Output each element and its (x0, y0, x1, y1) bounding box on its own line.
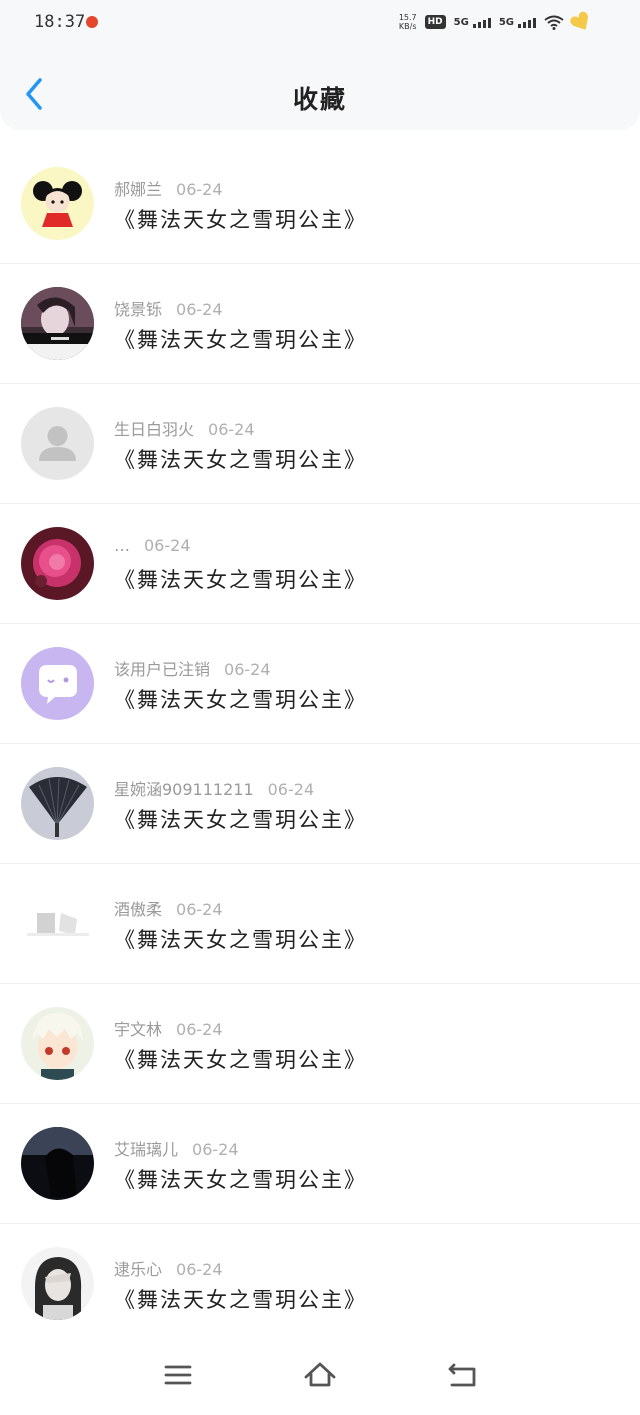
item-meta: 郝娜兰 06-24 (114, 176, 223, 200)
return-button[interactable] (444, 1357, 480, 1393)
item-date: 06-24 (176, 180, 223, 199)
item-date: 06-24 (176, 1020, 223, 1039)
anime-boy-avatar[interactable] (21, 1007, 94, 1080)
signal-sim1-icon: 5G (454, 17, 491, 28)
signal-sim2-icon: 5G (499, 17, 536, 28)
list-item[interactable]: 饶景铄 06-24 《舞法天女之雪玥公主》 (0, 264, 640, 384)
list-item[interactable]: 艾瑞璃儿 06-24 《舞法天女之雪玥公主》 (0, 1104, 640, 1224)
user-name: 宇文林 (114, 1020, 163, 1039)
item-title: 《舞法天女之雪玥公主》 (114, 568, 367, 592)
default-user-avatar[interactable] (21, 407, 94, 480)
user-name: 艾瑞璃儿 (114, 1140, 179, 1159)
item-title: 《舞法天女之雪玥公主》 (114, 1048, 367, 1072)
status-bar: 18:37 15.7 KB/s HD 5G 5G (0, 0, 640, 44)
item-meta: 酒傲柔 06-24 (114, 896, 223, 920)
item-meta: … 06-24 (114, 536, 191, 555)
faded-sketch-avatar[interactable] (21, 887, 94, 960)
net-speed-value: 15.7 (398, 13, 417, 22)
pink-flower-avatar[interactable] (21, 527, 94, 600)
sim2-label: 5G (498, 16, 514, 28)
status-indicators: 15.7 KB/s HD 5G 5G (399, 11, 592, 33)
user-name: 酒傲柔 (114, 900, 163, 919)
user-name: 饶景铄 (114, 300, 163, 319)
list-item[interactable]: 该用户已注销 06-24 《舞法天女之雪玥公主》 (0, 624, 640, 744)
back-return-icon (448, 1363, 476, 1387)
bw-girl-avatar[interactable] (21, 1247, 94, 1320)
notification-dot-icon (86, 16, 98, 28)
menu-icon (164, 1365, 192, 1385)
hd-badge: HD (424, 15, 446, 29)
sim1-label: 5G (453, 16, 469, 28)
user-name: 生日白羽火 (114, 420, 195, 439)
list-item[interactable]: 郝娜兰 06-24 《舞法天女之雪玥公主》 (0, 144, 640, 264)
item-meta: 宇文林 06-24 (114, 1016, 223, 1040)
menu-button[interactable] (160, 1357, 196, 1393)
item-meta: 该用户已注销 06-24 (114, 656, 271, 680)
item-title: 《舞法天女之雪玥公主》 (114, 448, 367, 472)
item-date: 06-24 (224, 660, 271, 679)
list-item[interactable]: 宇文林 06-24 《舞法天女之雪玥公主》 (0, 984, 640, 1104)
list-item[interactable]: … 06-24 《舞法天女之雪玥公主》 (0, 504, 640, 624)
fan-avatar[interactable] (21, 767, 94, 840)
item-date: 06-24 (208, 420, 255, 439)
user-name: 郝娜兰 (114, 180, 163, 199)
home-icon (304, 1362, 336, 1387)
item-meta: 逮乐心 06-24 (114, 1256, 223, 1280)
item-date: 06-24 (176, 1260, 223, 1279)
list-item[interactable]: 酒傲柔 06-24 《舞法天女之雪玥公主》 (0, 864, 640, 984)
cartoon-girl-avatar[interactable] (21, 167, 94, 240)
item-meta: 饶景铄 06-24 (114, 296, 223, 320)
item-meta: 生日白羽火 06-24 (114, 416, 255, 440)
item-date: 06-24 (176, 300, 223, 319)
item-meta: 艾瑞璃儿 06-24 (114, 1136, 239, 1160)
item-title: 《舞法天女之雪玥公主》 (114, 1288, 367, 1312)
list-item[interactable]: 生日白羽火 06-24 《舞法天女之雪玥公主》 (0, 384, 640, 504)
item-title: 《舞法天女之雪玥公主》 (114, 808, 367, 832)
user-name: 该用户已注销 (114, 660, 211, 679)
list-item[interactable]: 星婉涵909111211 06-24 《舞法天女之雪玥公主》 (0, 744, 640, 864)
dark-girl-avatar[interactable] (21, 1127, 94, 1200)
net-speed-unit: KB/s (398, 22, 417, 31)
favorites-list: 郝娜兰 06-24 《舞法天女之雪玥公主》 饶景铄 06-24 《舞法天女之雪玥公主… (0, 144, 640, 1344)
item-title: 《舞法天女之雪玥公主》 (114, 928, 367, 952)
system-nav-bar (0, 1335, 640, 1415)
net-speed: 15.7 KB/s (399, 13, 417, 31)
item-date: 06-24 (267, 780, 315, 799)
header: 收藏 (0, 44, 640, 130)
page-title: 收藏 (292, 85, 347, 114)
user-name: … (114, 536, 130, 555)
item-meta: 星婉涵909111211 06-24 (114, 776, 314, 800)
item-date: 06-24 (176, 900, 223, 919)
item-title: 《舞法天女之雪玥公主》 (114, 688, 367, 712)
deleted-user-avatar[interactable] (21, 647, 94, 720)
item-title: 《舞法天女之雪玥公主》 (114, 1168, 367, 1192)
item-date: 06-24 (192, 1140, 239, 1159)
wifi-icon (544, 15, 564, 30)
item-title: 《舞法天女之雪玥公主》 (114, 328, 367, 352)
battery-heart-icon (570, 11, 592, 33)
user-name: 星婉涵909111211 (114, 780, 254, 799)
list-item[interactable]: 逮乐心 06-24 《舞法天女之雪玥公主》 (0, 1224, 640, 1344)
dark-portrait-avatar[interactable] (21, 287, 94, 360)
status-time: 18:37 (34, 12, 86, 32)
home-button[interactable] (302, 1357, 338, 1393)
user-name: 逮乐心 (114, 1260, 163, 1279)
item-title: 《舞法天女之雪玥公主》 (114, 208, 367, 232)
item-date: 06-24 (144, 536, 191, 555)
